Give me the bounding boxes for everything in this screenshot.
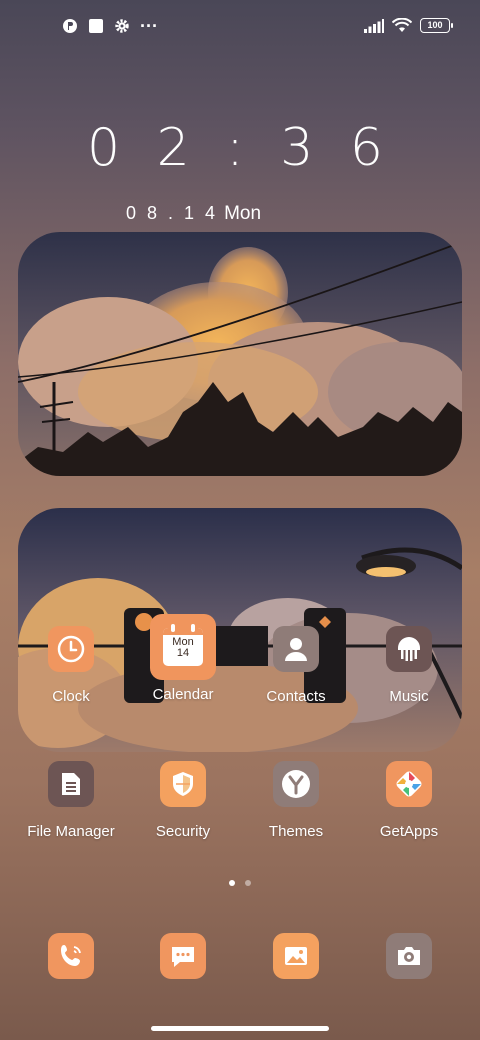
themes-icon [273,761,319,807]
app-notification-icon [63,19,77,33]
clock-time[interactable]: 0 2 : 3 6 [0,118,480,178]
signal-icon [364,18,384,33]
settings-notification-icon [115,19,129,33]
app-label: Security [155,823,211,840]
sunset-photo-widget[interactable] [18,232,462,476]
app-label: Themes [268,823,324,840]
app-label: Clock [52,688,90,705]
date-value: 0 8 . 1 4 [126,203,219,223]
music-icon [386,626,432,672]
square-notification-icon [89,19,103,33]
date-line[interactable]: 0 8 . 1 4 Mon [126,203,261,225]
camera-icon [386,933,432,979]
status-bar: ··· 100 [0,0,480,56]
home-indicator[interactable] [151,1026,329,1031]
battery-level: 100 [427,20,443,30]
getapps-icon [386,761,432,807]
app-label: GetApps [379,823,439,840]
battery-icon: 100 [420,18,453,33]
clock-icon [48,626,94,672]
app-calendar[interactable]: Mon 14 Calendar [128,614,238,703]
messages-icon [160,933,206,979]
app-music[interactable]: Music [354,626,464,705]
app-label: File Manager [27,823,115,840]
gallery-icon [273,933,319,979]
page-dot-2[interactable] [245,880,251,886]
app-contacts[interactable]: Contacts [241,626,351,705]
app-label: Music [389,688,429,705]
wifi-icon [392,18,412,32]
contacts-icon [273,626,319,672]
calendar-icon-day: 14 [176,647,190,659]
page-dot-1[interactable] [229,880,235,886]
weekday-value: Mon [224,203,262,224]
app-label: Contacts [266,688,326,705]
notification-icons: ··· [62,16,158,36]
security-icon [160,761,206,807]
phone-icon [48,933,94,979]
app-clock[interactable]: Clock [16,626,126,705]
app-security[interactable]: Security [128,761,238,840]
page-indicator[interactable] [0,880,480,886]
calendar-icon: Mon 14 [150,614,216,680]
system-icons: 100 [364,18,453,33]
dock-phone[interactable] [16,933,126,979]
app-themes[interactable]: Themes [241,761,351,840]
app-getapps[interactable]: GetApps [354,761,464,840]
file-manager-icon [48,761,94,807]
dock-camera[interactable] [354,933,464,979]
app-file-manager[interactable]: File Manager [16,761,126,840]
dock-messages[interactable] [128,933,238,979]
app-label: Calendar [152,686,214,703]
more-dots-icon: ··· [140,16,158,36]
dock-gallery[interactable] [241,933,351,979]
